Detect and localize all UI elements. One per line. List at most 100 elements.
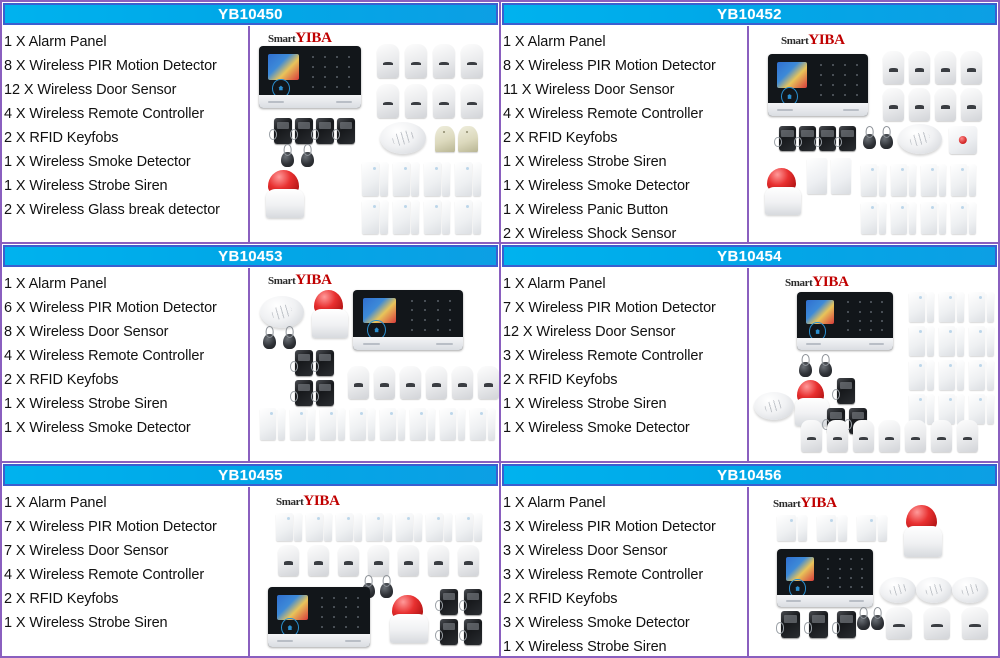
brand-logo: SmartYIBA: [268, 272, 332, 288]
alarm-panel-image: [259, 46, 361, 108]
door-sensor-image: [393, 200, 419, 234]
pir-detector-image: [461, 84, 483, 118]
door-sensor-image: [817, 515, 847, 541]
spec-item: 1 X Wireless Panic Button: [503, 202, 669, 218]
product-comparison-grid: YB10450 1 X Alarm Panel 8 X Wireless PIR…: [0, 0, 1000, 658]
door-sensor-image: [861, 164, 886, 196]
panel-screen: [362, 297, 396, 323]
remote-controller-image: [458, 619, 482, 645]
smoke-detector-image: [880, 577, 916, 603]
spec-item: 1 X Alarm Panel: [503, 495, 606, 511]
door-sensor-image: [909, 326, 934, 356]
brand-name: YIBA: [800, 495, 837, 511]
panel-keypad: [843, 298, 887, 334]
door-sensor-image: [939, 292, 964, 322]
panel-screen: [805, 299, 835, 324]
product-header: YB10450: [3, 3, 498, 25]
pir-detector-image: [278, 545, 299, 576]
door-sensor-image: [891, 202, 916, 234]
brand-name: YIBA: [812, 274, 849, 290]
pir-detector-image: [398, 545, 419, 576]
panel-screen: [785, 556, 815, 581]
remote-controller-image: [458, 589, 482, 615]
product-cell-yb10456[interactable]: YB10456 1 X Alarm Panel 3 X Wireless PIR…: [500, 462, 1000, 658]
product-body: 1 X Alarm Panel 8 X Wireless PIR Motion …: [2, 26, 499, 242]
spec-item: 1 X Wireless Smoke Detector: [4, 420, 191, 436]
spec-item: 1 X Wireless Strobe Siren: [4, 615, 168, 631]
product-header: YB10454: [502, 245, 997, 267]
strobe-siren-image: [904, 505, 942, 557]
model-title: YB10450: [218, 5, 283, 23]
glass-break-detector-image: [458, 126, 478, 152]
spec-item: 4 X Wireless Remote Controller: [4, 567, 205, 583]
door-sensor-image: [909, 360, 934, 390]
brand-logo: SmartYIBA: [781, 32, 845, 48]
product-photo: SmartYIBA: [749, 26, 998, 242]
panel-screen: [777, 62, 807, 89]
pir-detector-image: [377, 44, 399, 78]
brand-prefix: Smart: [781, 35, 809, 47]
remote-controller-image: [310, 118, 334, 144]
product-cell-yb10454[interactable]: YB10454 1 X Alarm Panel 7 X Wireless PIR…: [500, 243, 1000, 462]
door-sensor-image: [426, 513, 452, 541]
smoke-detector-image: [754, 392, 794, 420]
remote-controller-image: [268, 118, 292, 144]
spec-item: 2 X RFID Keyfobs: [4, 130, 119, 146]
panel-keypad: [308, 53, 355, 91]
remote-controller-image: [289, 350, 313, 376]
door-sensor-image: [424, 162, 450, 196]
panel-base: [259, 94, 361, 108]
product-cell-yb10453[interactable]: YB10453 1 X Alarm Panel 6 X Wireless PIR…: [0, 243, 500, 462]
shock-sensor-image: [831, 158, 851, 194]
remote-controller-image: [814, 126, 836, 151]
spec-list: 1 X Alarm Panel 7 X Wireless PIR Motion …: [501, 268, 749, 461]
model-title: YB10455: [218, 466, 283, 484]
door-sensor-image: [306, 513, 332, 541]
product-body: 1 X Alarm Panel 3 X Wireless PIR Motion …: [501, 487, 998, 656]
door-sensor-image: [777, 515, 807, 541]
product-cell-yb10452[interactable]: YB10452 1 X Alarm Panel 8 X Wireless PIR…: [500, 0, 1000, 243]
pir-detector-image: [957, 420, 978, 452]
door-sensor-image: [366, 513, 392, 541]
spec-item: 4 X Wireless Remote Controller: [4, 106, 205, 122]
pir-detector-image: [374, 366, 395, 399]
product-cell-yb10455[interactable]: YB10455 1 X Alarm Panel 7 X Wireless PIR…: [0, 462, 500, 658]
pir-detector-image: [879, 420, 900, 452]
door-sensor-image: [909, 292, 934, 322]
pir-detector-image: [428, 545, 449, 576]
panel-screen: [268, 54, 299, 81]
panel-screen: [277, 594, 308, 620]
spec-item: 3 X Wireless Remote Controller: [503, 348, 704, 364]
brand-name: YIBA: [808, 32, 845, 48]
alarm-panel-image: [353, 290, 463, 350]
spec-item: 3 X Wireless Remote Controller: [503, 567, 704, 583]
brand-prefix: Smart: [773, 498, 801, 510]
brand-logo: SmartYIBA: [773, 495, 837, 511]
remote-controller-image: [794, 126, 816, 151]
product-cell-yb10450[interactable]: YB10450 1 X Alarm Panel 8 X Wireless PIR…: [0, 0, 500, 243]
rfid-keyfob-image: [263, 334, 276, 349]
pir-detector-image: [961, 88, 982, 121]
spec-item: 3 X Wireless PIR Motion Detector: [503, 519, 716, 535]
spec-item: 8 X Wireless PIR Motion Detector: [4, 58, 217, 74]
product-body: 1 X Alarm Panel 7 X Wireless PIR Motion …: [2, 487, 499, 656]
remote-controller-image: [310, 350, 334, 376]
rfid-keyfob-image: [880, 134, 893, 149]
pir-detector-image: [935, 51, 956, 84]
door-sensor-image: [969, 360, 994, 390]
remote-controller-image: [831, 378, 855, 404]
brand-logo: SmartYIBA: [785, 274, 849, 290]
product-photo: SmartYIBA: [250, 26, 499, 242]
model-title: YB10456: [717, 466, 782, 484]
spec-item: 2 X RFID Keyfobs: [4, 591, 119, 607]
door-sensor-image: [969, 292, 994, 322]
remote-controller-image: [289, 380, 313, 406]
panic-button-image: [949, 126, 977, 154]
spec-item: 7 X Wireless PIR Motion Detector: [503, 300, 716, 316]
strobe-siren-image: [312, 290, 348, 338]
siren-body: [312, 309, 348, 338]
pir-detector-image: [308, 545, 329, 576]
product-photo: SmartYIBA: [749, 268, 998, 461]
spec-item: 2 X Wireless Glass break detector: [4, 202, 220, 218]
pir-detector-image: [377, 84, 399, 118]
